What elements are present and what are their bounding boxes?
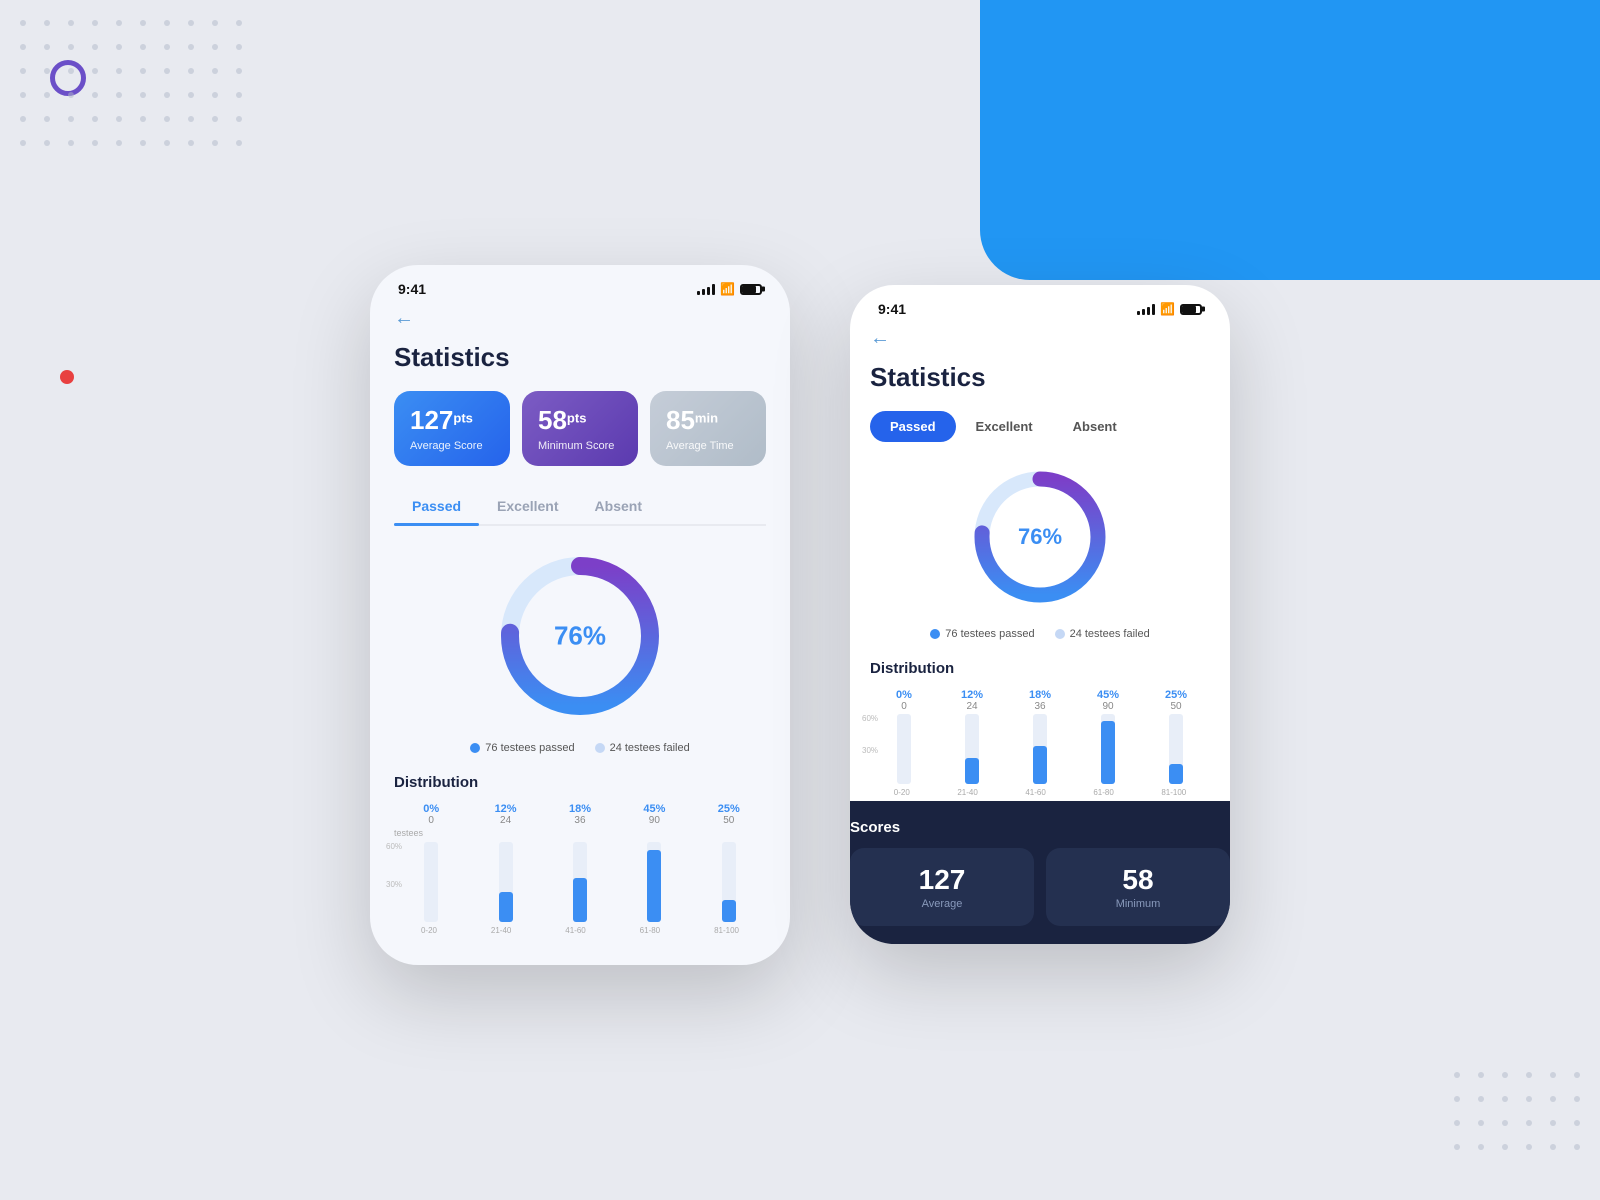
legend-failed-right: 24 testees failed xyxy=(1055,628,1150,640)
tabs-left: Passed Excellent Absent xyxy=(394,488,766,526)
dist-header-right: 0% 0 12% 24 18% 36 45% 90 25% 50 xyxy=(870,689,1210,712)
bar-col-4 xyxy=(696,842,762,922)
y-label-60: 60% xyxy=(386,842,402,851)
battery-icon xyxy=(740,284,762,295)
legend-right: 76 testees passed 24 testees failed xyxy=(870,628,1210,640)
back-button-left[interactable]: ← xyxy=(394,303,414,334)
stat-value-time: 85min xyxy=(666,405,750,436)
stat-value-average: 127pts xyxy=(410,405,494,436)
stat-card-average: 127pts Average Score xyxy=(394,391,510,466)
bar-col-1 xyxy=(472,842,538,922)
stat-card-minimum: 58pts Minimum Score xyxy=(522,391,638,466)
tab-pill-absent[interactable]: Absent xyxy=(1053,411,1137,442)
time-left: 9:41 xyxy=(398,281,426,297)
battery-icon-right xyxy=(1180,304,1202,315)
legend-dot-passed xyxy=(470,743,480,753)
status-icons-right: 📶 xyxy=(1137,302,1202,316)
tab-pill-excellent[interactable]: Excellent xyxy=(956,411,1053,442)
dist-x-label: testees xyxy=(394,828,766,838)
dist-col-0: 0% 0 xyxy=(411,803,451,826)
score-range-labels-right: 0-20 21-40 41-60 61-80 81-100 xyxy=(870,788,1210,797)
score-card-minimum: 58 Minimum xyxy=(1046,848,1230,926)
bar-col-3 xyxy=(621,842,687,922)
left-phone: 9:41 📶 ← Statistics xyxy=(370,265,790,965)
bar-chart-left: 60% 30% xyxy=(394,842,766,922)
page-title-left: Statistics xyxy=(394,342,766,373)
red-dot-decoration xyxy=(60,370,74,384)
score-cards: 127 Average 58 Minimum xyxy=(850,848,1230,926)
tab-passed-left[interactable]: Passed xyxy=(394,488,479,524)
signal-icon xyxy=(697,283,715,295)
right-phone: 9:41 📶 ← Statistics Passe xyxy=(850,285,1230,944)
status-bar-right: 9:41 📶 xyxy=(850,285,1230,323)
phones-wrapper: 9:41 📶 ← Statistics xyxy=(370,265,1230,965)
purple-circle-decoration xyxy=(50,60,86,96)
legend-passed-left: 76 testees passed xyxy=(470,742,574,754)
signal-icon-right xyxy=(1137,303,1155,315)
dot-grid-topleft xyxy=(20,20,242,146)
dist-col-1: 12% 24 xyxy=(486,803,526,826)
scores-section: Scores 127 Average 58 Minimum xyxy=(850,801,1230,944)
tab-pill-passed[interactable]: Passed xyxy=(870,411,956,442)
status-icons-left: 📶 xyxy=(697,282,762,296)
distribution-title-right: Distribution xyxy=(870,660,1210,677)
blue-corner-bg xyxy=(980,0,1600,280)
score-card-average: 127 Average xyxy=(850,848,1034,926)
dist-col-2: 18% 36 xyxy=(560,803,600,826)
distribution-title-left: Distribution xyxy=(394,774,766,791)
legend-failed-left: 24 testees failed xyxy=(595,742,690,754)
tab-excellent-left[interactable]: Excellent xyxy=(479,488,576,524)
legend-passed-right: 76 testees passed xyxy=(930,628,1034,640)
wifi-icon-right: 📶 xyxy=(1160,302,1175,316)
stat-value-minimum: 58pts xyxy=(538,405,622,436)
legend-dot-failed xyxy=(595,743,605,753)
legend-left: 76 testees passed 24 testees failed xyxy=(394,742,766,754)
donut-percentage-right: 76% xyxy=(1018,524,1062,550)
scores-title: Scores xyxy=(850,819,1230,836)
dist-col-4: 25% 50 xyxy=(709,803,749,826)
tabs-pill-right: Passed Excellent Absent xyxy=(870,411,1210,442)
donut-percentage-left: 76% xyxy=(554,621,606,652)
dist-header-left: 0% 0 12% 24 18% 36 45% 90 25% 50 xyxy=(394,803,766,826)
time-right: 9:41 xyxy=(878,301,906,317)
bar-col-0 xyxy=(398,842,464,922)
tab-absent-left[interactable]: Absent xyxy=(577,488,660,524)
dist-col-3: 45% 90 xyxy=(634,803,674,826)
donut-wrapper-left: 76% xyxy=(394,546,766,726)
donut-chart-right: 76% xyxy=(965,462,1115,612)
donut-chart-left: 76% xyxy=(490,546,670,726)
dot-grid-bottomright xyxy=(1454,1072,1580,1150)
back-button-right[interactable]: ← xyxy=(870,323,890,354)
bar-chart-right: 60% 30% xyxy=(870,714,1210,784)
page-title-right: Statistics xyxy=(870,362,1210,393)
y-label-30: 30% xyxy=(386,880,402,889)
stat-card-time: 85min Average Time xyxy=(650,391,766,466)
stats-cards-left: 127pts Average Score 58pts Minimum Score… xyxy=(394,391,766,466)
donut-wrapper-right: 76% xyxy=(870,462,1210,612)
score-range-labels-left: 0-20 21-40 41-60 61-80 81-100 xyxy=(394,926,766,935)
bar-col-2 xyxy=(547,842,613,922)
left-phone-content: ← Statistics 127pts Average Score 58pts … xyxy=(370,303,790,965)
right-phone-content: ← Statistics Passed Excellent Absent xyxy=(850,323,1230,797)
status-bar-left: 9:41 📶 xyxy=(370,265,790,303)
wifi-icon: 📶 xyxy=(720,282,735,296)
